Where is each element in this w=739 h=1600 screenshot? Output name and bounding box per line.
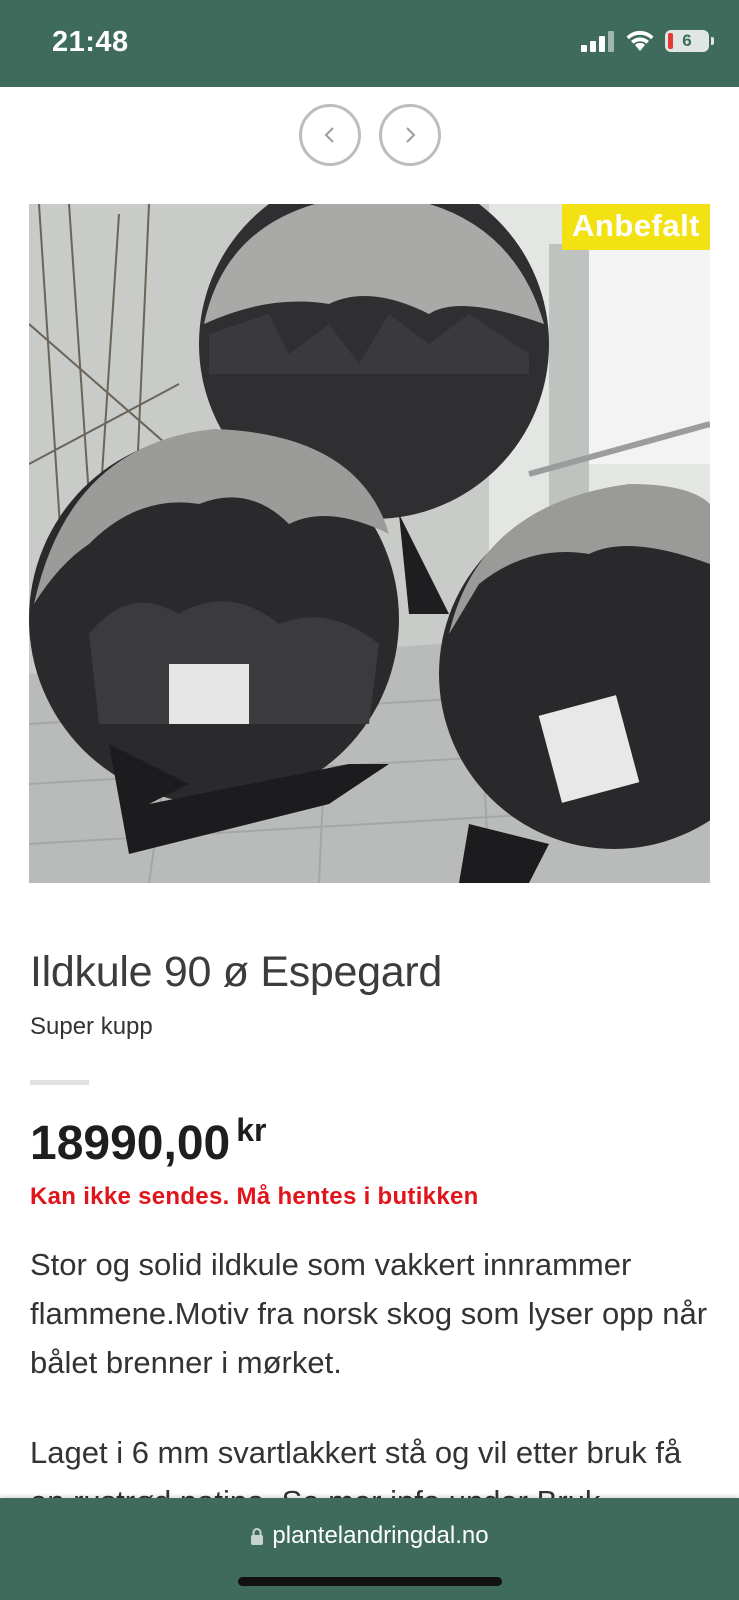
battery-level: 6 xyxy=(682,31,692,50)
status-bar: 21:48 6 xyxy=(0,0,739,87)
shipping-notice: Kan ikke sendes. Må hentes i butikken xyxy=(30,1183,479,1210)
lock-icon xyxy=(251,1528,264,1545)
battery-icon: 6 xyxy=(665,30,714,52)
divider xyxy=(30,1080,89,1085)
price-currency: kr xyxy=(236,1112,267,1148)
chevron-right-icon xyxy=(405,127,415,143)
signal-icon xyxy=(581,31,614,52)
chevron-left-icon xyxy=(324,127,334,143)
product-price: 18990,00 kr xyxy=(30,1112,266,1171)
browser-url-bar[interactable]: plantelandringdal.no xyxy=(0,1498,739,1600)
price-value: 18990,00 xyxy=(30,1117,231,1170)
url-text: plantelandringdal.no xyxy=(272,1522,489,1549)
product-image[interactable]: Anbefalt xyxy=(29,204,710,883)
carousel-next-button[interactable] xyxy=(378,104,441,166)
product-title: Ildkule 90 ø Espegard xyxy=(30,948,443,996)
product-description: Stor og solid ildkule som vakkert innram… xyxy=(30,1247,708,1380)
product-subtitle: Super kupp xyxy=(30,1013,153,1040)
fire-globe-photo xyxy=(29,204,710,883)
recommended-badge: Anbefalt xyxy=(562,204,710,250)
home-indicator[interactable] xyxy=(238,1577,502,1586)
carousel-prev-button[interactable] xyxy=(298,104,361,166)
status-time: 21:48 xyxy=(52,26,129,58)
wifi-icon xyxy=(626,30,654,51)
carousel-nav xyxy=(0,104,739,166)
